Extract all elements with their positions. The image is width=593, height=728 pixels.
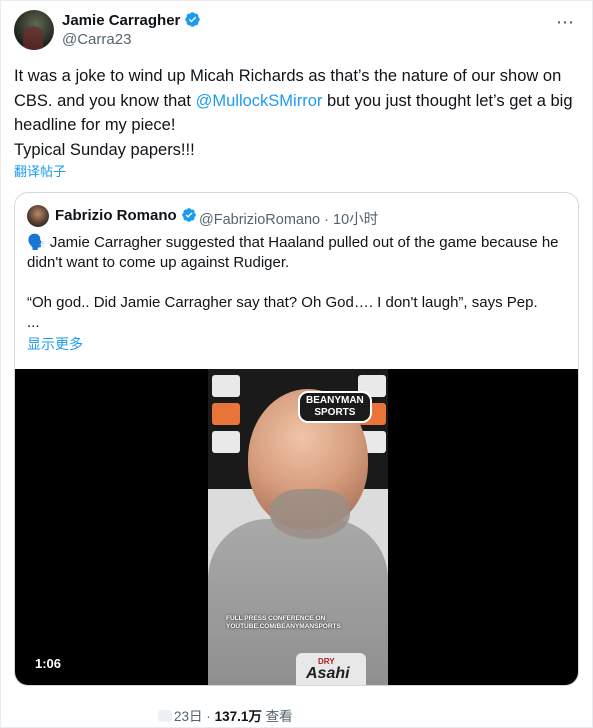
quote-author-name[interactable]: Fabrizio Romano bbox=[55, 207, 177, 224]
watermark-line-2: SPORTS bbox=[314, 407, 356, 418]
verified-badge-icon bbox=[185, 12, 201, 27]
author-handle[interactable]: @Carra23 bbox=[62, 31, 131, 48]
more-icon[interactable]: ⋯ bbox=[556, 12, 575, 33]
tweet-footer: 23日 · 137.1万 查看 bbox=[158, 705, 293, 725]
quote-separator: · bbox=[324, 212, 329, 228]
quote-time[interactable]: 10小时 bbox=[333, 212, 378, 228]
watermark-line-1: BEANYMAN bbox=[306, 395, 364, 406]
quote-handle[interactable]: @FabrizioRomano bbox=[199, 212, 320, 228]
quoted-tweet[interactable]: Fabrizio Romano @FabrizioRomano · 10小时 🗣… bbox=[14, 192, 579, 686]
show-more-link[interactable]: 显示更多 bbox=[27, 334, 83, 354]
author-avatar[interactable] bbox=[14, 10, 54, 50]
video-caption: FULL PRESS CONFERENCE ON YOUTUBE.COM/BEA… bbox=[226, 615, 341, 630]
view-count: 137.1万 bbox=[214, 709, 262, 724]
quote-meta: @FabrizioRomano · 10小时 bbox=[199, 208, 378, 229]
video-duration: 1:06 bbox=[35, 656, 62, 671]
quote-paragraph-1: 🗣️ Jamie Carragher suggested that Haalan… bbox=[27, 234, 559, 271]
quote-avatar[interactable] bbox=[27, 205, 49, 227]
views-label: 查看 bbox=[265, 709, 293, 724]
tweet-text-part3: Typical Sunday papers!!! bbox=[14, 140, 195, 159]
quote-paragraph-2: “Oh god.. Did Jamie Carragher say that? … bbox=[27, 294, 538, 311]
post-date[interactable]: 23日 bbox=[174, 709, 203, 724]
author-name[interactable]: Jamie Carragher bbox=[62, 11, 201, 29]
author-name-text[interactable]: Jamie Carragher bbox=[62, 12, 180, 29]
footer-separator: · bbox=[206, 709, 211, 724]
watermark-logo: BEANYMAN SPORTS bbox=[298, 391, 372, 423]
verified-badge-icon bbox=[181, 208, 196, 222]
can-label-brand: Asahi bbox=[306, 665, 350, 682]
quote-text: 🗣️ Jamie Carragher suggested that Haalan… bbox=[27, 233, 567, 333]
translate-link[interactable]: 翻译帖子 bbox=[14, 161, 66, 180]
time-blurred bbox=[158, 710, 172, 722]
mention-link[interactable]: @MullockSMirror bbox=[196, 92, 323, 110]
quote-ellipsis: ... bbox=[27, 314, 40, 331]
drink-can: DRY Asahi bbox=[296, 653, 366, 685]
video-player[interactable]: BEANYMAN SPORTS FULL PRESS CONFERENCE ON… bbox=[15, 369, 578, 685]
tweet-text: It was a joke to wind up Micah Richards … bbox=[14, 64, 579, 162]
video-thumbnail[interactable]: BEANYMAN SPORTS FULL PRESS CONFERENCE ON… bbox=[208, 369, 388, 685]
quote-author[interactable]: Fabrizio Romano bbox=[55, 207, 197, 224]
presenter-beard bbox=[270, 489, 350, 539]
